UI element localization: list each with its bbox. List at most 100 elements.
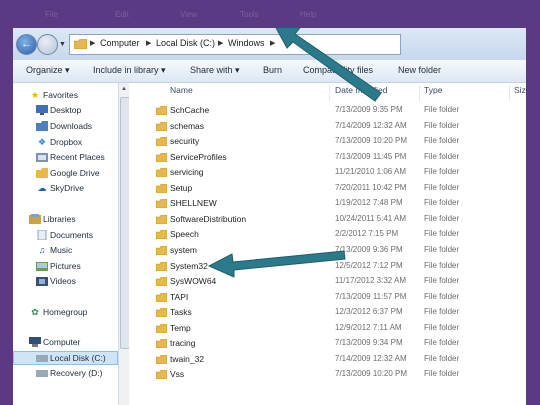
include-in-library-button[interactable]: Include in library ▾ <box>93 65 166 76</box>
file-type: File folder <box>424 229 460 239</box>
chevron-right-icon[interactable]: ▶ <box>90 39 95 47</box>
nav-google-drive[interactable]: Google Drive <box>13 167 118 181</box>
folder-icon <box>156 245 167 255</box>
file-row[interactable]: Setup 7/20/2011 10:42 PM File folder <box>129 181 526 197</box>
column-divider[interactable] <box>509 85 510 101</box>
column-header-date[interactable]: Date modified <box>335 85 387 101</box>
back-button[interactable]: ← <box>16 34 37 55</box>
column-divider[interactable] <box>329 85 330 101</box>
navigation-scrollbar[interactable]: ▲ <box>118 83 130 405</box>
file-row[interactable]: System32 12/5/2012 7:12 PM File folder <box>129 259 526 275</box>
nav-pictures[interactable]: Pictures <box>13 260 118 274</box>
chevron-right-icon[interactable]: ▶ <box>146 39 151 47</box>
file-row[interactable]: SchCache 7/13/2009 9:35 PM File folder <box>129 103 526 119</box>
desktop-icon <box>36 105 48 116</box>
file-name: TAPI <box>170 291 189 302</box>
file-date: 11/17/2012 3:32 AM <box>335 276 407 286</box>
new-folder-button[interactable]: New folder <box>398 65 441 75</box>
nav-favorites[interactable]: ★ Favorites <box>13 89 118 103</box>
column-header-size[interactable]: Size <box>514 85 526 101</box>
nav-recovery[interactable]: Recovery (D:) <box>13 367 118 381</box>
file-date: 11/21/2010 1:06 AM <box>335 167 407 177</box>
folder-icon <box>156 323 167 333</box>
file-row[interactable]: security 7/13/2009 10:20 PM File folder <box>129 134 526 150</box>
nav-label: Recent Places <box>50 152 105 162</box>
nav-documents[interactable]: Documents <box>13 229 118 243</box>
file-name: schemas <box>170 120 205 131</box>
nav-dropbox[interactable]: ❖ Dropbox <box>13 136 118 150</box>
breadcrumb-computer[interactable]: Computer <box>100 38 140 48</box>
file-name: SysWOW64 <box>170 276 217 287</box>
nav-label: Libraries <box>43 214 76 224</box>
file-row[interactable]: servicing 11/21/2010 1:06 AM File folder <box>129 165 526 181</box>
scroll-up-icon[interactable]: ▲ <box>121 86 127 92</box>
nav-recent-places[interactable]: Recent Places <box>13 151 118 165</box>
file-type: File folder <box>424 198 460 208</box>
file-date: 7/14/2009 12:32 AM <box>335 353 407 363</box>
recent-places-icon <box>36 152 48 163</box>
file-name: System32 <box>170 260 208 271</box>
downloads-icon <box>36 121 48 132</box>
slide-top-band: File Edit View Tools Help <box>0 0 540 28</box>
nav-computer[interactable]: Computer <box>13 336 118 350</box>
nav-local-disk[interactable]: Local Disk (C:) <box>13 351 118 365</box>
nav-videos[interactable]: Videos <box>13 275 118 289</box>
burn-button[interactable]: Burn <box>263 65 282 75</box>
organize-button[interactable]: Organize ▾ <box>26 65 70 76</box>
nav-label: Videos <box>50 276 76 286</box>
explorer-window: ← → ▼ ▶ Computer ▶ Local Disk (C:) ▶ Win… <box>13 28 526 405</box>
nav-desktop[interactable]: Desktop <box>13 104 118 118</box>
file-row[interactable]: twain_32 7/14/2009 12:32 AM File folder <box>129 352 526 368</box>
compatibility-files-button[interactable]: Compatibility files <box>303 65 373 75</box>
file-row[interactable]: schemas 7/14/2009 12:32 AM File folder <box>129 119 526 135</box>
breadcrumb-windows[interactable]: Windows <box>228 38 265 48</box>
ghost-menu-item: Tools <box>240 10 259 19</box>
column-header-name[interactable]: Name <box>170 85 193 101</box>
column-divider[interactable] <box>419 85 420 101</box>
file-date: 7/13/2009 11:57 PM <box>335 291 407 301</box>
google-drive-icon <box>36 168 48 179</box>
file-row[interactable]: Vss 7/13/2009 10:20 PM File folder <box>129 367 526 383</box>
file-row[interactable]: tracing 7/13/2009 9:34 PM File folder <box>129 336 526 352</box>
nav-music[interactable]: ♫ Music <box>13 244 118 258</box>
drive-icon <box>36 368 48 379</box>
file-row[interactable]: SysWOW64 11/17/2012 3:32 AM File folder <box>129 274 526 290</box>
file-name: security <box>170 136 200 147</box>
forward-button[interactable]: → <box>37 34 58 55</box>
file-row[interactable]: TAPI 7/13/2009 11:57 PM File folder <box>129 290 526 306</box>
file-date: 12/9/2012 7:11 AM <box>335 322 402 332</box>
history-dropdown-icon[interactable]: ▼ <box>59 41 66 48</box>
file-name: servicing <box>170 167 204 178</box>
file-row[interactable]: Speech 2/2/2012 7:15 PM File folder <box>129 227 526 243</box>
file-row[interactable]: ServiceProfiles 7/13/2009 11:45 PM File fo… <box>129 150 526 166</box>
nav-downloads[interactable]: Downloads <box>13 120 118 134</box>
file-name: tracing <box>170 338 196 349</box>
nav-homegroup[interactable]: ✿ Homegroup <box>13 306 118 320</box>
chevron-right-icon[interactable]: ▶ <box>270 39 275 47</box>
file-row[interactable]: SHELLNEW 1/19/2012 7:48 PM File folder <box>129 196 526 212</box>
nav-skydrive[interactable]: ☁ SkyDrive <box>13 182 118 196</box>
file-type: File folder <box>424 260 460 270</box>
arrow-left-icon: ← <box>21 38 32 50</box>
file-row[interactable]: Temp 12/9/2012 7:11 AM File folder <box>129 321 526 337</box>
ghost-menu-item: View <box>180 10 198 19</box>
folder-icon <box>156 137 167 147</box>
file-row[interactable]: system 7/13/2009 9:36 PM File folder <box>129 243 526 259</box>
file-row[interactable]: SoftwareDistribution 10/24/2011 5:41 AM Fi… <box>129 212 526 228</box>
file-name: SHELLNEW <box>170 198 217 209</box>
breadcrumb-local-disk[interactable]: Local Disk (C:) <box>156 38 215 48</box>
chevron-right-icon[interactable]: ▶ <box>218 39 223 47</box>
share-with-button[interactable]: Share with ▾ <box>190 65 240 76</box>
nav-libraries[interactable]: Libraries <box>13 213 118 227</box>
ghost-menu-item: File <box>45 10 58 19</box>
star-icon: ★ <box>30 90 40 100</box>
pictures-icon <box>36 261 48 272</box>
folder-icon <box>156 199 167 209</box>
folder-icon <box>156 214 167 224</box>
file-row[interactable]: Tasks 12/3/2012 6:37 PM File folder <box>129 305 526 321</box>
folder-icon <box>156 339 167 349</box>
file-name: Speech <box>170 229 199 240</box>
file-date: 7/13/2009 9:35 PM <box>335 105 403 114</box>
address-bar[interactable]: ▶ Computer ▶ Local Disk (C:) ▶ Windows ▶ <box>69 34 401 55</box>
column-header-type[interactable]: Type <box>424 85 442 101</box>
